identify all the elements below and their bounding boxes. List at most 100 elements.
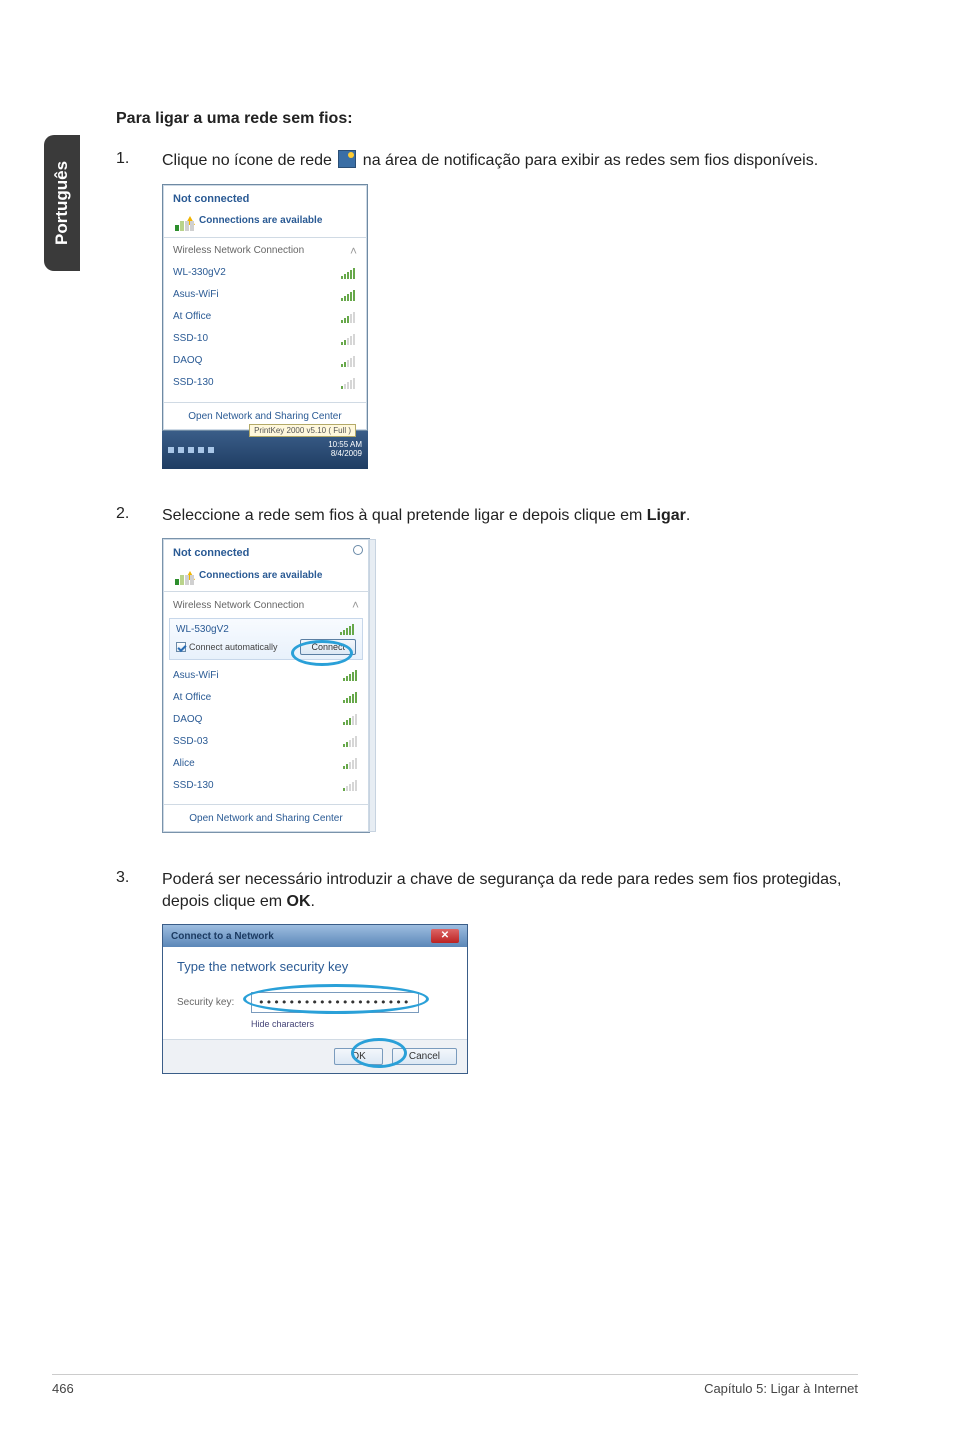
clock-date: 8/4/2009 bbox=[328, 450, 362, 459]
wifi-item[interactable]: Asus-WiFi bbox=[173, 664, 359, 686]
wifi-item[interactable]: SSD-130 bbox=[173, 774, 359, 796]
language-tab: Português bbox=[44, 135, 80, 271]
network-tray-icon bbox=[338, 150, 356, 168]
tooltip: PrintKey 2000 v5.10 ( Full ) bbox=[249, 424, 356, 437]
wifi-ssid: SSD-130 bbox=[173, 377, 214, 388]
step-3-number: 3. bbox=[116, 869, 162, 912]
flyout-header: Not connected Connections are available bbox=[163, 539, 369, 592]
wireless-section-text: Wireless Network Connection bbox=[173, 600, 304, 611]
signal-icon bbox=[340, 623, 356, 635]
wifi-ssid-selected: WL-530gV2 bbox=[176, 624, 229, 635]
wifi-list: WL-530gV2 Connect automatically Connect … bbox=[163, 618, 369, 804]
step-1-text: Clique no ícone de rede na área de notif… bbox=[162, 150, 818, 172]
dialog-body: Type the network security key Security k… bbox=[163, 947, 467, 1039]
wifi-item[interactable]: SSD-130 bbox=[173, 372, 357, 394]
not-connected-label: Not connected bbox=[173, 547, 359, 559]
close-button[interactable]: ✕ bbox=[431, 929, 459, 943]
wifi-item[interactable]: Asus-WiFi bbox=[173, 284, 357, 306]
tray-icon[interactable] bbox=[168, 447, 174, 453]
step-1-number: 1. bbox=[116, 150, 162, 172]
step-2-number: 2. bbox=[116, 505, 162, 527]
connections-available-label: Connections are available bbox=[199, 570, 322, 581]
dialog-button-bar: OK Cancel bbox=[163, 1039, 467, 1073]
chevron-up-icon: ˄ bbox=[350, 244, 357, 258]
scrollbar[interactable] bbox=[369, 539, 376, 832]
wifi-item[interactable]: SSD-10 bbox=[173, 328, 357, 350]
wifi-ssid: WL-330gV2 bbox=[173, 267, 226, 278]
wifi-ssid: SSD-130 bbox=[173, 780, 214, 791]
tray-icon[interactable] bbox=[208, 447, 214, 453]
wifi-item[interactable]: WL-330gV2 bbox=[173, 262, 357, 284]
security-key-dialog: Connect to a Network ✕ Type the network … bbox=[162, 924, 468, 1074]
open-network-center-link[interactable]: Open Network and Sharing Center bbox=[163, 804, 369, 832]
page-footer: 466 Capítulo 5: Ligar à Internet bbox=[52, 1374, 858, 1396]
wifi-ssid: DAOQ bbox=[173, 355, 202, 366]
step-3: 3. Poderá ser necessário introduzir a ch… bbox=[116, 869, 858, 912]
tray-icon[interactable] bbox=[198, 447, 204, 453]
screenshot-2: Not connected Connections are available … bbox=[162, 538, 858, 833]
signal-icon bbox=[343, 779, 359, 791]
chapter-label: Capítulo 5: Ligar à Internet bbox=[704, 1381, 858, 1396]
step-3-part1: Poderá ser necessário introduzir a chave… bbox=[162, 871, 842, 910]
wireless-section-label: Wireless Network Connection ˄ bbox=[163, 592, 369, 616]
chevron-up-icon: ˄ bbox=[352, 598, 359, 612]
ok-button[interactable]: OK bbox=[334, 1048, 382, 1065]
step-1-part2: na área de notificação para exibir as re… bbox=[363, 152, 818, 169]
wifi-item[interactable]: Alice bbox=[173, 752, 359, 774]
cancel-button[interactable]: Cancel bbox=[392, 1048, 457, 1065]
step-3-text: Poderá ser necessário introduzir a chave… bbox=[162, 869, 858, 912]
wifi-item-selected[interactable]: WL-530gV2 Connect automatically Connect bbox=[169, 618, 363, 660]
step-2-bold: Ligar bbox=[647, 507, 686, 524]
screenshot-3: Connect to a Network ✕ Type the network … bbox=[162, 924, 858, 1074]
signal-icon bbox=[341, 355, 357, 367]
connect-auto-checkbox[interactable] bbox=[176, 642, 186, 652]
wireless-section-text: Wireless Network Connection bbox=[173, 245, 304, 256]
signal-icon bbox=[343, 713, 359, 725]
wifi-ssid: At Office bbox=[173, 311, 211, 322]
wifi-item[interactable]: At Office bbox=[173, 306, 357, 328]
network-flyout-2: Not connected Connections are available … bbox=[162, 538, 370, 833]
step-3-part2: . bbox=[311, 893, 315, 910]
dialog-titlebar: Connect to a Network ✕ bbox=[163, 925, 467, 947]
wifi-item[interactable]: DAOQ bbox=[173, 350, 357, 372]
signal-icon bbox=[341, 377, 357, 389]
wifi-ssid: Asus-WiFi bbox=[173, 670, 219, 681]
connect-auto-label: Connect automatically bbox=[189, 642, 278, 652]
screenshot-1: Not connected Connections are available … bbox=[162, 184, 858, 469]
wifi-item[interactable]: At Office bbox=[173, 686, 359, 708]
section-heading: Para ligar a uma rede sem fios: bbox=[116, 110, 858, 128]
step-2-part2: . bbox=[686, 507, 690, 524]
step-2: 2. Seleccione a rede sem fios à qual pre… bbox=[116, 505, 858, 527]
wifi-ssid: Asus-WiFi bbox=[173, 289, 219, 300]
signal-icon bbox=[341, 289, 357, 301]
hide-characters-option[interactable]: Hide characters bbox=[177, 1019, 453, 1029]
wifi-ssid: Alice bbox=[173, 758, 195, 769]
dialog-instruction: Type the network security key bbox=[177, 959, 453, 974]
wifi-ssid: At Office bbox=[173, 692, 211, 703]
taskbar: PrintKey 2000 v5.10 ( Full ) 10:55 AM 8/… bbox=[162, 431, 368, 469]
flyout-header: Not connected Connections are available bbox=[163, 185, 367, 238]
step-1-part1: Clique no ícone de rede bbox=[162, 152, 336, 169]
signal-icon bbox=[343, 691, 359, 703]
security-key-label: Security key: bbox=[177, 997, 241, 1008]
tray-icon[interactable] bbox=[178, 447, 184, 453]
step-2-text: Seleccione a rede sem fios à qual preten… bbox=[162, 505, 690, 527]
taskbar-clock[interactable]: 10:55 AM 8/4/2009 bbox=[328, 441, 362, 459]
wifi-item[interactable]: DAOQ bbox=[173, 708, 359, 730]
signal-icon bbox=[341, 333, 357, 345]
not-connected-label: Not connected bbox=[173, 193, 357, 205]
signal-with-warning-icon bbox=[175, 211, 195, 231]
dialog-title-text: Connect to a Network bbox=[171, 931, 274, 942]
signal-icon bbox=[341, 311, 357, 323]
security-key-input[interactable]: •••••••••••••••••••• bbox=[251, 992, 419, 1013]
signal-icon bbox=[343, 735, 359, 747]
tray-icon[interactable] bbox=[188, 447, 194, 453]
signal-icon bbox=[343, 757, 359, 769]
signal-with-warning-icon bbox=[175, 565, 195, 585]
connections-available-label: Connections are available bbox=[199, 215, 322, 226]
wifi-item[interactable]: SSD-03 bbox=[173, 730, 359, 752]
connect-button[interactable]: Connect bbox=[300, 639, 356, 655]
step-3-bold: OK bbox=[287, 893, 311, 910]
wifi-list: WL-330gV2 Asus-WiFi At Office SSD-10 DAO… bbox=[163, 262, 367, 402]
wireless-section-label: Wireless Network Connection ˄ bbox=[163, 238, 367, 262]
